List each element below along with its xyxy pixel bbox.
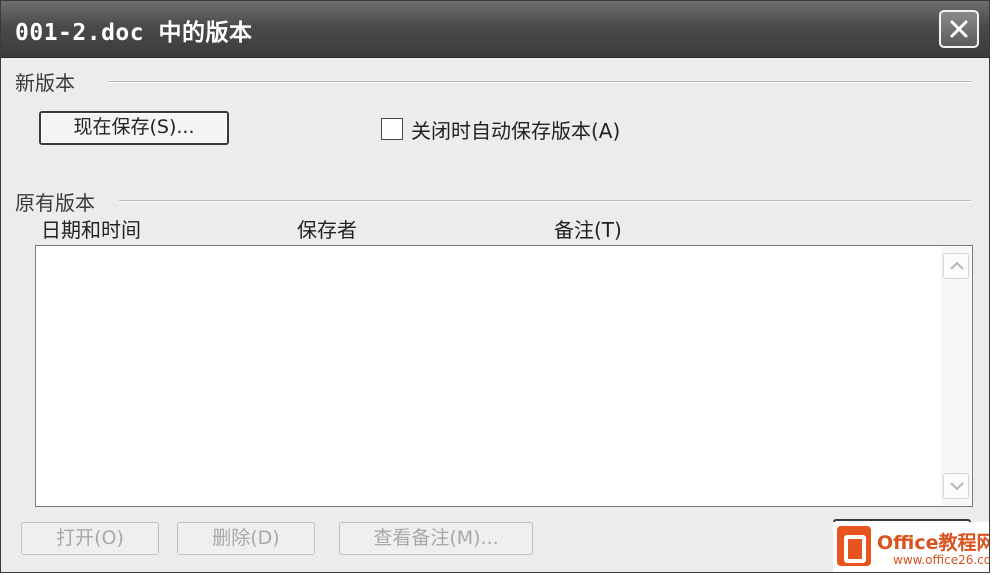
vertical-scrollbar[interactable] (941, 247, 971, 505)
scroll-up-button[interactable] (943, 253, 969, 279)
close-window-button[interactable] (939, 10, 979, 48)
scroll-down-button[interactable] (943, 473, 969, 499)
open-button[interactable]: 打开(O) (21, 522, 159, 555)
title-bar: 001-2.doc 中的版本 (1, 1, 989, 58)
existing-versions-group-label: 原有版本 (15, 191, 95, 215)
auto-save-label[interactable]: 关闭时自动保存版本(A) (411, 115, 620, 144)
column-header-saved-by[interactable]: 保存者 (297, 214, 357, 243)
save-now-button[interactable]: 现在保存(S)... (39, 111, 229, 145)
watermark-brand: Office教程网 (877, 532, 990, 554)
watermark-url: www.office26.com (893, 553, 989, 567)
view-comments-button[interactable]: 查看备注(M)... (339, 522, 533, 555)
chevron-up-icon (950, 261, 964, 270)
versions-list[interactable] (35, 245, 973, 507)
delete-button[interactable]: 删除(D) (177, 522, 315, 555)
view-comments-label: 查看备注(M)... (373, 527, 499, 549)
new-version-group-label: 新版本 (15, 71, 75, 95)
close-icon (950, 20, 968, 38)
column-header-date-time[interactable]: 日期和时间 (41, 214, 141, 243)
office-logo-icon (837, 526, 871, 566)
auto-save-checkbox[interactable] (381, 118, 403, 140)
office26-watermark: Office教程网 www.office26.com (833, 522, 990, 572)
existing-versions-divider (119, 200, 971, 202)
dialog-title: 001-2.doc 中的版本 (15, 20, 253, 46)
delete-label: 删除(D) (212, 527, 280, 549)
chevron-down-icon (950, 482, 964, 491)
open-label: 打开(O) (56, 527, 124, 549)
new-version-divider (109, 81, 971, 83)
versions-dialog: 001-2.doc 中的版本 新版本 现在保存(S)... 关闭时自动保存版本(… (0, 0, 990, 573)
column-header-comments[interactable]: 备注(T) (554, 214, 622, 243)
save-now-label: 现在保存(S)... (73, 116, 195, 138)
